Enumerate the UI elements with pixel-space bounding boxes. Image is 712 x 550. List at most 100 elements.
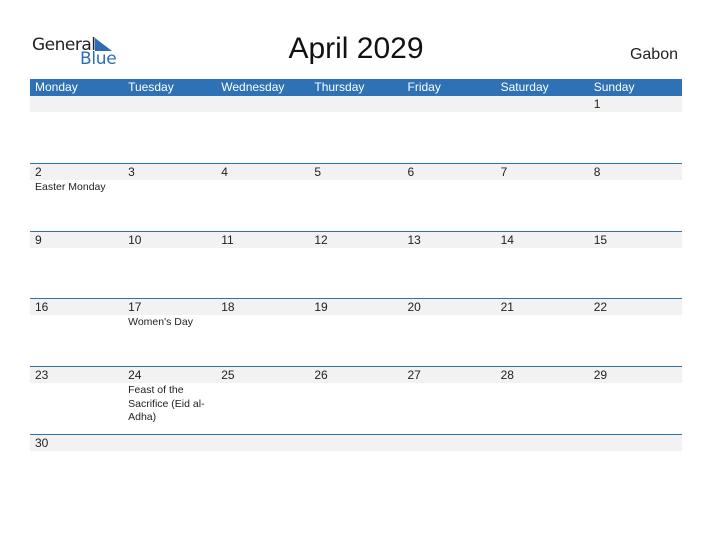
day-number-row: 30 <box>30 435 682 451</box>
weekday-wednesday: Wednesday <box>221 80 285 94</box>
holiday-label <box>216 248 309 249</box>
holiday-label <box>403 248 496 249</box>
day-number <box>216 96 309 112</box>
country-label: Gabon <box>629 46 678 63</box>
weekday-sunday: Sunday <box>593 80 635 94</box>
holiday-label <box>123 248 216 249</box>
holiday-label <box>496 248 589 249</box>
day-number-row: 2 3 4 5 6 7 8 <box>30 164 682 180</box>
day-number: 14 <box>500 233 514 247</box>
holiday-label <box>403 315 496 330</box>
day-number: 26 <box>314 368 328 382</box>
day-number: 4 <box>221 165 228 179</box>
day-number: 20 <box>407 300 421 314</box>
week-row: 2 3 4 5 6 7 8 Easter Monday <box>30 163 682 231</box>
day-number-row: 1 <box>30 96 682 112</box>
weekday-monday: Monday <box>35 80 78 94</box>
day-number: 11 <box>221 233 234 247</box>
holiday-label <box>216 180 309 195</box>
holiday-label <box>30 451 123 452</box>
day-number <box>589 435 682 451</box>
holiday-label <box>309 180 402 195</box>
day-number: 30 <box>35 436 49 450</box>
holiday-label <box>496 180 589 195</box>
day-number: 27 <box>407 368 421 382</box>
week-row: 30 <box>30 434 682 455</box>
event-row: Women's Day <box>30 315 682 330</box>
weekday-friday: Friday <box>407 80 441 94</box>
holiday-label <box>30 112 123 113</box>
holiday-label <box>589 112 682 113</box>
day-number-row: 16 17 18 19 20 21 22 <box>30 299 682 315</box>
holiday-label <box>309 451 402 452</box>
day-number: 7 <box>500 165 508 179</box>
day-number: 15 <box>593 233 608 247</box>
day-number: 3 <box>128 165 135 179</box>
day-number-row: 23 24 25 26 27 28 29 <box>30 367 682 383</box>
holiday-label <box>309 112 402 113</box>
day-number: 13 <box>407 233 421 247</box>
day-number <box>496 435 589 451</box>
day-number: 22 <box>593 300 608 314</box>
day-number: 28 <box>500 368 514 382</box>
holiday-label <box>496 315 589 330</box>
day-number: 10 <box>128 233 142 247</box>
day-number: 16 <box>35 300 49 314</box>
event-row <box>30 248 682 249</box>
holiday-label <box>496 383 589 425</box>
holiday-label <box>496 451 589 452</box>
day-number: 6 <box>407 165 415 179</box>
day-number-row: 9 10 11 12 13 14 15 <box>30 232 682 248</box>
day-number: 29 <box>593 368 608 382</box>
holiday-label <box>30 315 123 330</box>
day-number: 19 <box>314 300 328 314</box>
holiday-label <box>123 112 216 113</box>
holiday-label: Feast of the Sacrifice (Eid al-Adha) <box>128 384 205 423</box>
holiday-label <box>589 180 682 195</box>
weekday-thursday: Thursday <box>314 80 365 94</box>
holiday-label <box>216 315 309 330</box>
holiday-label <box>309 248 402 249</box>
holiday-label <box>589 451 682 452</box>
holiday-label <box>30 383 123 425</box>
holiday-label <box>403 180 496 195</box>
holiday-label <box>589 315 682 330</box>
holiday-label <box>216 112 309 113</box>
day-number <box>403 96 496 112</box>
calendar: Monday Tuesday Wednesday Thursday Friday… <box>30 79 682 455</box>
holiday-label <box>589 383 682 425</box>
event-row <box>30 451 682 452</box>
holiday-label <box>30 248 123 249</box>
week-row: 16 17 18 19 20 21 22 Women's Day <box>30 298 682 366</box>
holiday-label <box>403 451 496 452</box>
page-title: April 2029 <box>288 32 424 65</box>
holiday-label <box>403 383 496 425</box>
holiday-label <box>309 383 402 425</box>
holiday-label <box>403 112 496 113</box>
day-number <box>216 435 309 451</box>
weekday-saturday: Saturday <box>500 80 549 94</box>
holiday-label <box>589 248 682 249</box>
week-row: 9 10 11 12 13 14 15 <box>30 231 682 298</box>
holiday-label: Easter Monday <box>35 181 106 193</box>
event-row: Feast of the Sacrifice (Eid al-Adha) <box>30 383 682 425</box>
day-number: 24 <box>128 368 142 382</box>
day-number <box>123 435 216 451</box>
day-number <box>403 435 496 451</box>
weekday-tuesday: Tuesday <box>128 80 174 94</box>
holiday-label: Women's Day <box>128 316 193 328</box>
day-number <box>123 96 216 112</box>
day-number <box>309 435 402 451</box>
holiday-label <box>123 180 216 195</box>
holiday-label <box>216 451 309 452</box>
event-row <box>30 112 682 113</box>
holiday-label <box>216 383 309 425</box>
day-number <box>309 96 402 112</box>
day-number: 18 <box>221 300 235 314</box>
day-number: 2 <box>35 165 42 179</box>
day-number: 9 <box>35 233 42 247</box>
day-number: 12 <box>314 233 328 247</box>
day-number: 25 <box>221 368 235 382</box>
day-number <box>30 96 123 112</box>
day-number: 1 <box>593 97 601 111</box>
